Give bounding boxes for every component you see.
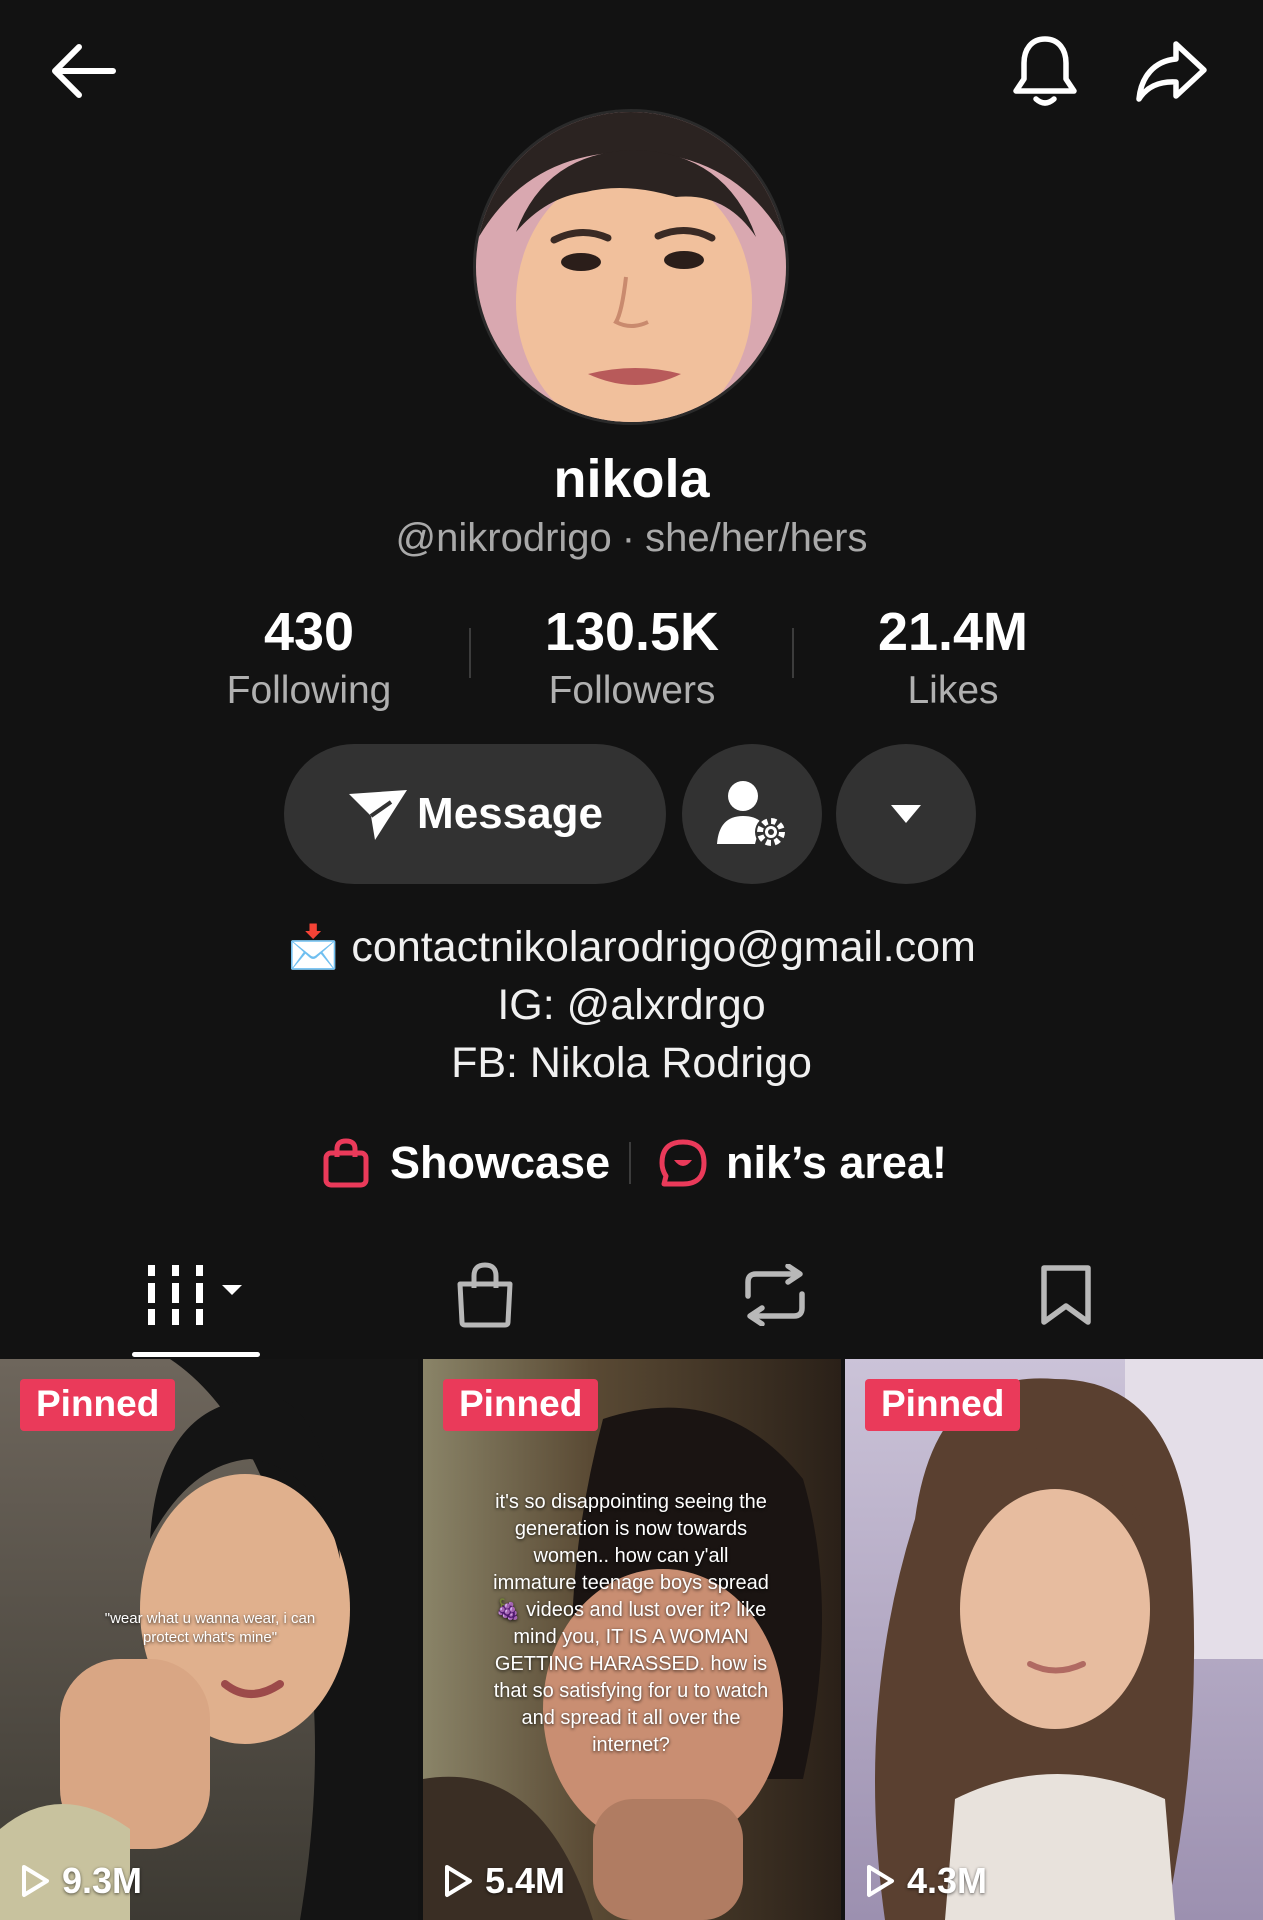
play-outline-icon <box>445 1865 472 1897</box>
arrow-left-icon <box>52 44 116 98</box>
person-gear-icon <box>717 781 787 848</box>
bio-ig: IG: @alxrdrgo <box>497 981 766 1029</box>
community-link[interactable]: nik’s area! <box>658 1130 947 1196</box>
share-button[interactable] <box>1126 26 1216 116</box>
stat-likes[interactable]: 21.4M Likes <box>803 598 1103 716</box>
active-tab-indicator <box>132 1352 260 1357</box>
likes-count: 21.4M <box>877 602 1029 662</box>
pinned-badge: Pinned <box>865 1379 1021 1431</box>
video-thumbnail <box>845 1359 1263 1920</box>
view-count-value: 4.3M <box>907 1860 988 1901</box>
friend-settings-button[interactable] <box>682 744 822 884</box>
following-count: 430 <box>263 602 355 662</box>
showcase-label: Showcase <box>390 1137 611 1188</box>
display-name: nikola <box>553 449 710 509</box>
view-count-value: 9.3M <box>62 1860 143 1901</box>
tab-videos[interactable] <box>116 1250 276 1340</box>
play-outline-icon <box>22 1865 49 1897</box>
repost-icon <box>745 1264 805 1326</box>
handle-line: @nikrodrigo · she/her/hers <box>0 516 1263 561</box>
view-count: 4.3M <box>865 1860 987 1902</box>
chat-bubble-icon <box>659 1139 707 1187</box>
handle-separator: · <box>621 516 636 560</box>
video-tile[interactable]: "wear what u wanna wear, i can protect w… <box>0 1359 418 1920</box>
profile-avatar[interactable] <box>476 112 786 422</box>
community-label: nik’s area! <box>726 1137 947 1188</box>
view-count: 9.3M <box>20 1860 142 1902</box>
bookmark-icon <box>1041 1265 1091 1325</box>
bio-email[interactable]: contactnikolarodrigo@gmail.com <box>351 923 975 971</box>
more-options-button[interactable] <box>836 744 976 884</box>
stat-following[interactable]: 430 Following <box>159 598 459 716</box>
followers-label: Followers <box>548 669 716 712</box>
video-tile[interactable]: Pinned 4.3M <box>845 1359 1263 1920</box>
notification-button[interactable] <box>1000 26 1090 116</box>
stat-divider <box>469 628 471 678</box>
avatar-face-illustration <box>476 112 786 422</box>
following-label: Following <box>226 669 392 712</box>
share-arrow-icon <box>1136 41 1207 102</box>
send-plane-icon <box>349 790 408 840</box>
shopping-bag-icon <box>457 1262 513 1328</box>
bell-icon <box>1013 36 1077 106</box>
followers-count: 130.5K <box>544 602 720 662</box>
shopping-bag-icon <box>323 1138 369 1188</box>
view-count-value: 5.4M <box>485 1860 566 1901</box>
bio-email-line: 📩 contactnikolarodrigo@gmail.com <box>0 918 1263 976</box>
showcase-link[interactable]: Showcase <box>322 1130 610 1196</box>
links-divider <box>629 1142 631 1184</box>
pinned-badge: Pinned <box>20 1379 176 1431</box>
back-button[interactable] <box>38 26 128 116</box>
video-tile[interactable]: it's so disappointing seeing the generat… <box>423 1359 841 1920</box>
stat-followers[interactable]: 130.5K Followers <box>482 598 782 716</box>
pinned-badge: Pinned <box>443 1379 599 1431</box>
tab-shop[interactable] <box>405 1250 565 1340</box>
bio-fb: FB: Nikola Rodrigo <box>451 1039 812 1087</box>
video-caption: it's so disappointing seeing the generat… <box>493 1491 769 1756</box>
caret-down-icon <box>891 805 921 823</box>
stat-divider <box>792 628 794 678</box>
view-count: 5.4M <box>443 1860 565 1902</box>
message-button[interactable]: Message <box>284 744 666 884</box>
tab-favorites[interactable] <box>986 1250 1146 1340</box>
play-outline-icon <box>867 1865 894 1897</box>
grid-lines-icon <box>148 1265 242 1325</box>
email-inbox-icon: 📩 <box>287 923 340 970</box>
tab-reposts[interactable] <box>695 1250 855 1340</box>
pronouns: she/her/hers <box>645 516 868 560</box>
likes-label: Likes <box>907 669 999 712</box>
username: @nikrodrigo <box>395 516 612 560</box>
message-label: Message <box>417 789 603 838</box>
video-caption: "wear what u wanna wear, i can protect w… <box>104 1610 316 1646</box>
